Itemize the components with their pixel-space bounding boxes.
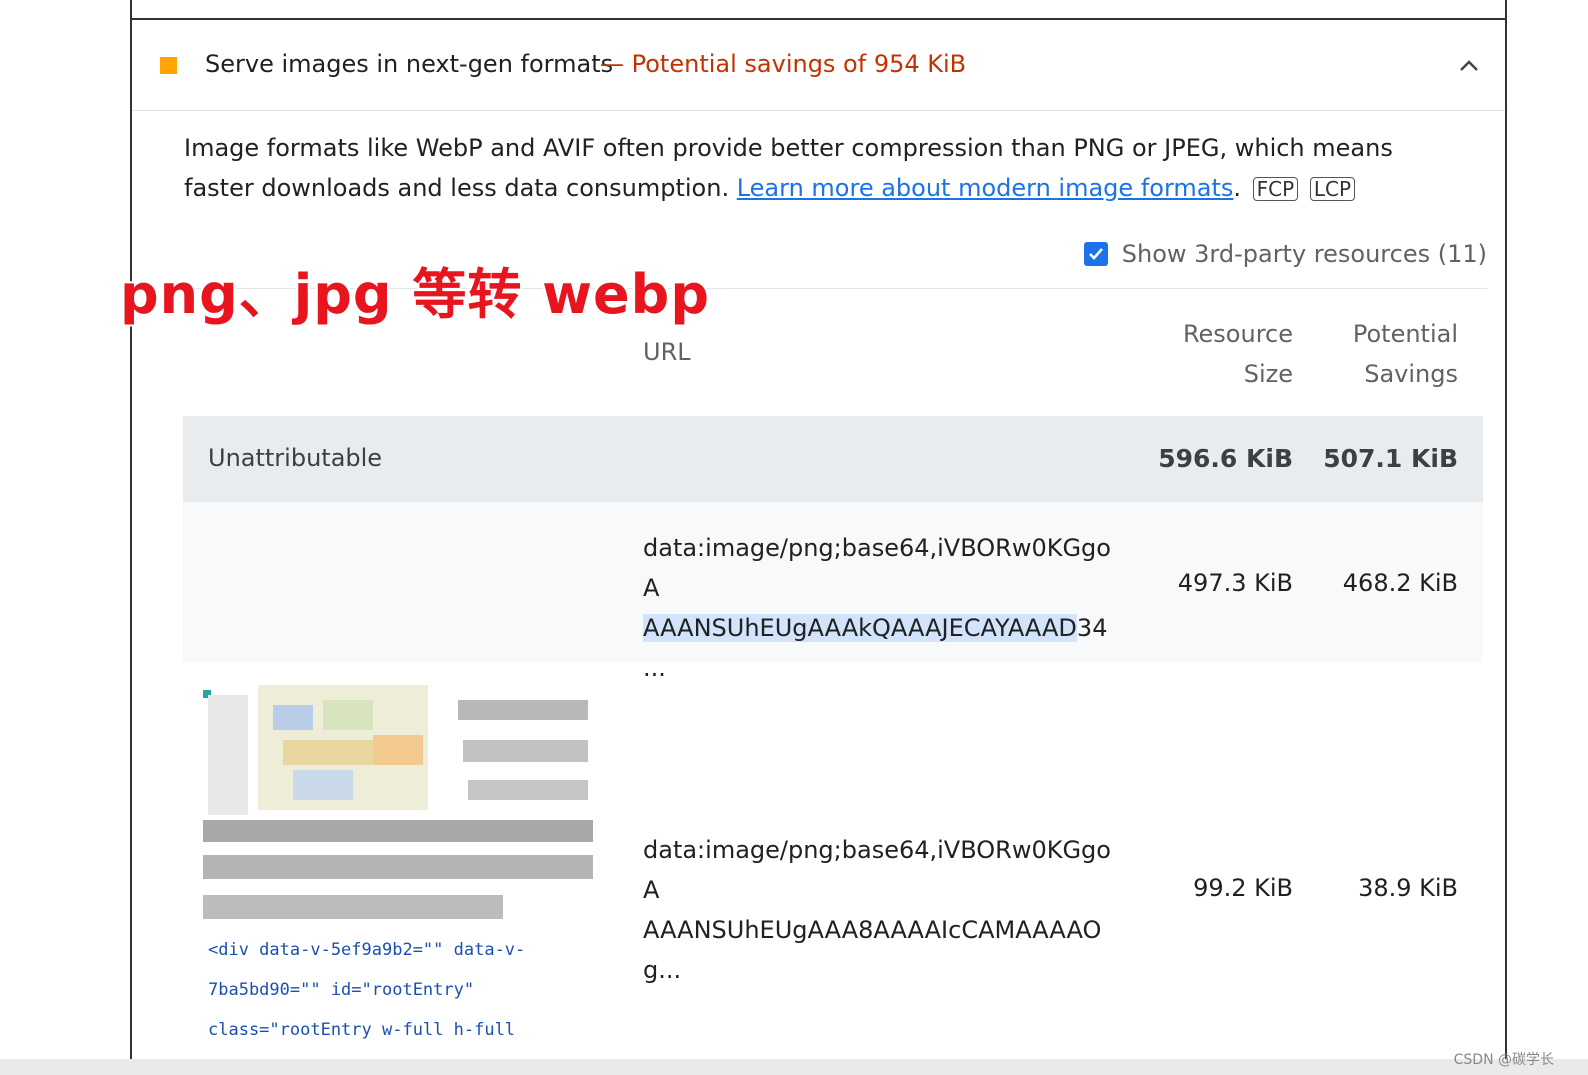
- resource-savings: 38.9 KiB: [1358, 874, 1458, 902]
- url-line: AAANSUhEUgAAAkQAAAJECAYAAAD34: [643, 608, 1113, 648]
- url-line: data:image/png;base64,iVBORw0KGgoA: [643, 836, 1111, 904]
- element-thumbnail-image: [203, 685, 593, 919]
- third-party-label: Show 3rd-party resources (11): [1121, 240, 1487, 268]
- url-line: g...: [643, 956, 682, 984]
- code-line: class="rootEntry w-full h-full: [208, 1020, 516, 1040]
- divider: [0, 1059, 1588, 1075]
- node-snippet[interactable]: <div data-v-5ef9a9b2="" data-v- 7ba5bd90…: [208, 930, 628, 1050]
- metric-badge-lcp: LCP: [1309, 177, 1356, 201]
- table-row[interactable]: data:image/png;base64,iVBORw0KGgoA AAANS…: [183, 502, 1483, 682]
- metric-badge-fcp: FCP: [1252, 177, 1299, 201]
- warning-square-icon: [160, 57, 177, 74]
- resource-url[interactable]: data:image/png;base64,iVBORw0KGgoA AAANS…: [643, 830, 1113, 990]
- learn-more-link[interactable]: Learn more about modern image formats: [737, 174, 1234, 202]
- resource-size: 497.3 KiB: [1177, 569, 1293, 597]
- column-header-url: URL: [643, 338, 691, 366]
- group-size: 596.6 KiB: [1158, 444, 1293, 473]
- header-savings-line1: Potential: [1352, 320, 1458, 348]
- chevron-up-icon[interactable]: [1457, 54, 1481, 78]
- column-header-size: Resource Size: [1143, 314, 1293, 394]
- link-suffix: .: [1233, 174, 1242, 202]
- audit-savings: — Potential savings of 954 KiB: [600, 50, 967, 78]
- resource-url[interactable]: data:image/png;base64,iVBORw0KGgoA AAANS…: [643, 528, 1113, 688]
- table-group-row: Unattributable 596.6 KiB 507.1 KiB: [183, 416, 1483, 502]
- header-size-line2: Size: [1243, 360, 1293, 388]
- resource-size: 99.2 KiB: [1193, 874, 1293, 902]
- column-header-savings: Potential Savings: [1313, 314, 1458, 394]
- audit-description: Image formats like WebP and AVIF often p…: [184, 128, 1444, 208]
- url-line: data:image/png;base64,iVBORw0KGgoA: [643, 534, 1111, 602]
- url-line: ...: [643, 654, 666, 682]
- resource-savings: 468.2 KiB: [1342, 569, 1458, 597]
- group-savings: 507.1 KiB: [1323, 444, 1458, 473]
- annotation-overlay: png、jpg 等转 webp: [120, 263, 710, 326]
- watermark: CSDN @碳学长: [1453, 1052, 1554, 1068]
- url-rest: 34: [1076, 614, 1108, 642]
- group-label: Unattributable: [208, 444, 383, 472]
- third-party-toggle[interactable]: Show 3rd-party resources (11): [1083, 240, 1487, 268]
- audit-title: Serve images in next-gen formats: [205, 50, 614, 78]
- code-line: 7ba5bd90="" id="rootEntry": [208, 980, 475, 1000]
- audit-header[interactable]: Serve images in next-gen formats — Poten…: [132, 20, 1505, 111]
- checkbox-checked-icon[interactable]: [1083, 242, 1108, 266]
- url-line: AAANSUhEUgAAA8AAAAIcCAMAAAAO: [643, 916, 1102, 944]
- code-line: <div data-v-5ef9a9b2="" data-v-: [208, 940, 526, 960]
- header-size-line1: Resource: [1182, 320, 1293, 348]
- url-highlight: AAANSUhEUgAAAkQAAAJECAYAAAD: [643, 614, 1077, 642]
- header-savings-line2: Savings: [1364, 360, 1458, 388]
